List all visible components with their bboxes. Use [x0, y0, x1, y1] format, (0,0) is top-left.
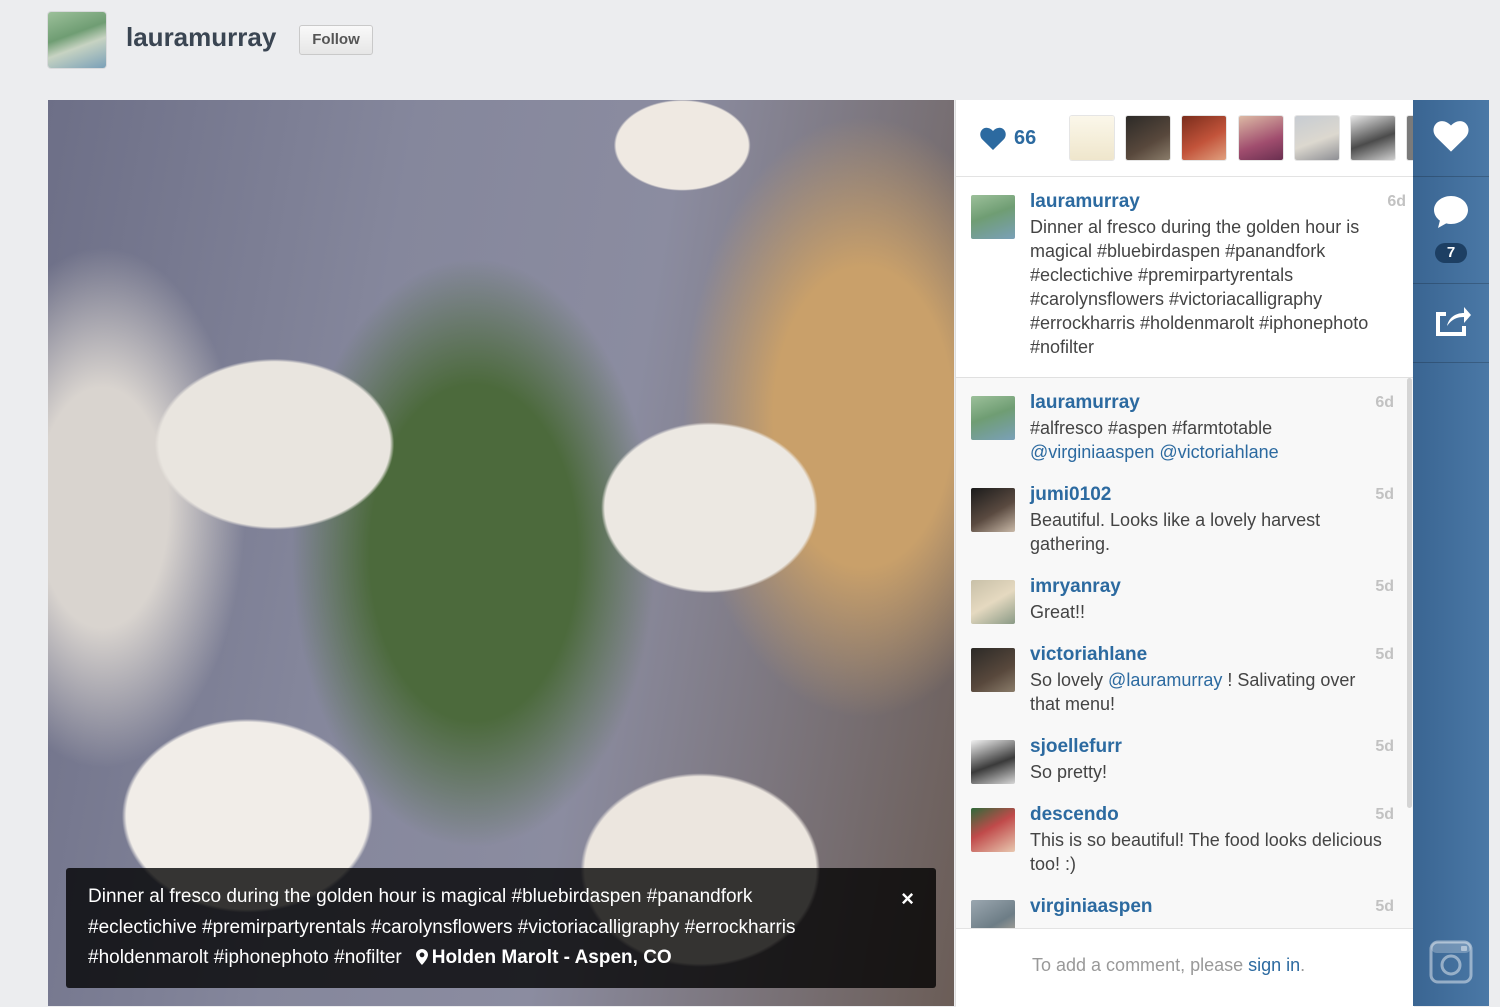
comment-hashtags: #alfresco #aspen #farmtotable [1030, 418, 1273, 438]
liker-avatar[interactable] [1070, 116, 1114, 160]
avatar[interactable] [971, 580, 1015, 624]
caption-entry: lauramurray 6d Dinner al fresco during t… [956, 177, 1414, 378]
comment-timestamp: 5d [1375, 898, 1394, 915]
comment-timestamp: 5d [1375, 578, 1394, 595]
location-pin-icon [415, 949, 428, 965]
share-button[interactable] [1413, 284, 1489, 363]
comment-username[interactable]: virginiaaspen [1030, 896, 1153, 918]
comment-text: This is so beautiful! The food looks del… [1030, 830, 1382, 874]
avatar[interactable] [971, 900, 1015, 928]
comment-timestamp: 5d [1375, 486, 1394, 503]
action-rail: 7 [1413, 100, 1489, 1006]
heart-icon[interactable] [980, 127, 1006, 151]
comment-username[interactable]: sjoellefurr [1030, 736, 1122, 758]
location-link[interactable]: Holden Marolt - Aspen, CO [432, 947, 672, 968]
comment-timestamp: 5d [1375, 806, 1394, 823]
speech-bubble-icon [1434, 196, 1468, 228]
liker-avatar[interactable] [1239, 116, 1283, 160]
comment-text: Dinner al fresco during the golden hour … [1030, 217, 1369, 357]
liker-avatar[interactable] [1295, 116, 1339, 160]
comment-username[interactable]: lauramurray [1030, 392, 1140, 414]
comment-prompt: To add a comment, please sign in. [1032, 955, 1305, 976]
comment-username[interactable]: jumi0102 [1030, 484, 1111, 506]
comment-username[interactable]: imryanray [1030, 576, 1121, 598]
sign-in-link[interactable]: sign in [1248, 955, 1300, 975]
avatar[interactable] [971, 648, 1015, 692]
profile-avatar[interactable] [48, 12, 106, 68]
comment-text: Beautiful. Looks like a lovely harvest g… [1030, 510, 1321, 554]
comment-mentions[interactable]: @virginiaaspen @victoriahlane [1030, 442, 1279, 462]
heart-icon [1433, 121, 1469, 152]
liker-avatar[interactable] [1126, 116, 1170, 160]
liker-avatar[interactable] [1182, 116, 1226, 160]
avatar[interactable] [971, 740, 1015, 784]
profile-username[interactable]: lauramurray [126, 22, 276, 53]
comment-mention[interactable]: @lauramurray [1108, 670, 1222, 690]
comment-timestamp: 6d [1375, 394, 1394, 411]
post-photo[interactable]: Dinner al fresco during the golden hour … [48, 100, 954, 1006]
comment-text: #alfresco #aspen #farmtotable @virginiaas… [1030, 416, 1385, 464]
likes-bar: 66 [956, 100, 1414, 177]
like-count: 66 [1014, 127, 1037, 149]
avatar[interactable] [971, 195, 1015, 239]
comment-username[interactable]: descendo [1030, 804, 1119, 826]
comment-timestamp: 5d [1375, 738, 1394, 755]
comment-text: Great!! [1030, 602, 1086, 622]
comments-panel: 66 lauramurray 6d Dinner al fresco durin… [955, 100, 1414, 1007]
profile-header: lauramurray Follow [0, 0, 1500, 100]
comment-text-part: So lovely [1030, 670, 1109, 690]
close-caption-button[interactable]: × [901, 884, 914, 915]
comment-button[interactable]: 7 [1413, 177, 1489, 284]
add-comment-area: To add a comment, please sign in. [956, 928, 1414, 1007]
like-button[interactable] [1413, 100, 1489, 177]
avatar[interactable] [971, 808, 1015, 852]
comment-prompt-suffix: . [1300, 955, 1306, 975]
comment-count-badge: 7 [1435, 243, 1467, 263]
avatar[interactable] [971, 396, 1015, 440]
caption-overlay: Dinner al fresco during the golden hour … [66, 868, 936, 988]
comments-list[interactable]: lauramurray 6d #alfresco #aspen #farmtot… [956, 378, 1414, 928]
follow-button[interactable]: Follow [299, 25, 373, 55]
comments-scrollbar[interactable] [1407, 378, 1412, 808]
comment-timestamp: 5d [1375, 646, 1394, 663]
comment-text: So pretty! [1030, 762, 1108, 782]
instagram-logo-icon[interactable] [1429, 940, 1473, 984]
comment-username[interactable]: lauramurray [1030, 191, 1140, 213]
comment-prompt-text: To add a comment, please [1032, 955, 1249, 975]
liker-avatar[interactable] [1351, 116, 1395, 160]
comment-username[interactable]: victoriahlane [1030, 644, 1147, 666]
comment-timestamp: 6d [1387, 193, 1406, 210]
avatar[interactable] [971, 488, 1015, 532]
share-icon [1436, 307, 1471, 336]
comment-text: So lovely @lauramurray ! Salivating over… [1030, 668, 1385, 716]
